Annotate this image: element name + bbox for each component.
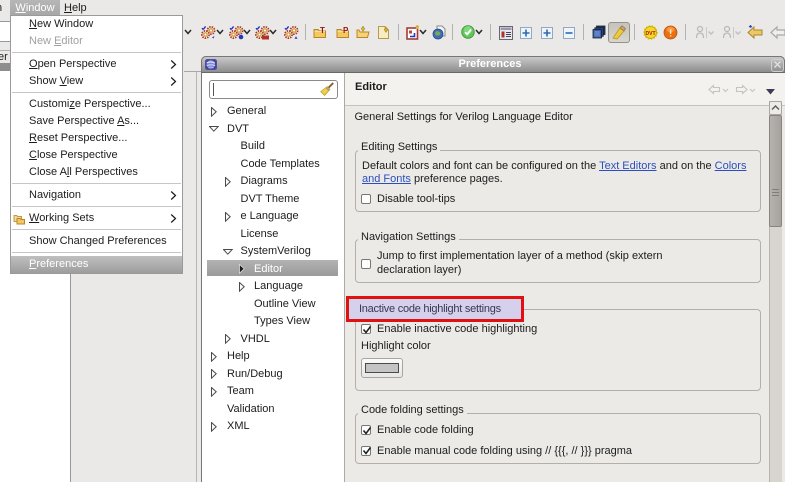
svg-text:DVT: DVT: [646, 31, 656, 37]
svg-text:T: T: [320, 26, 325, 35]
svg-text:P: P: [343, 26, 349, 35]
